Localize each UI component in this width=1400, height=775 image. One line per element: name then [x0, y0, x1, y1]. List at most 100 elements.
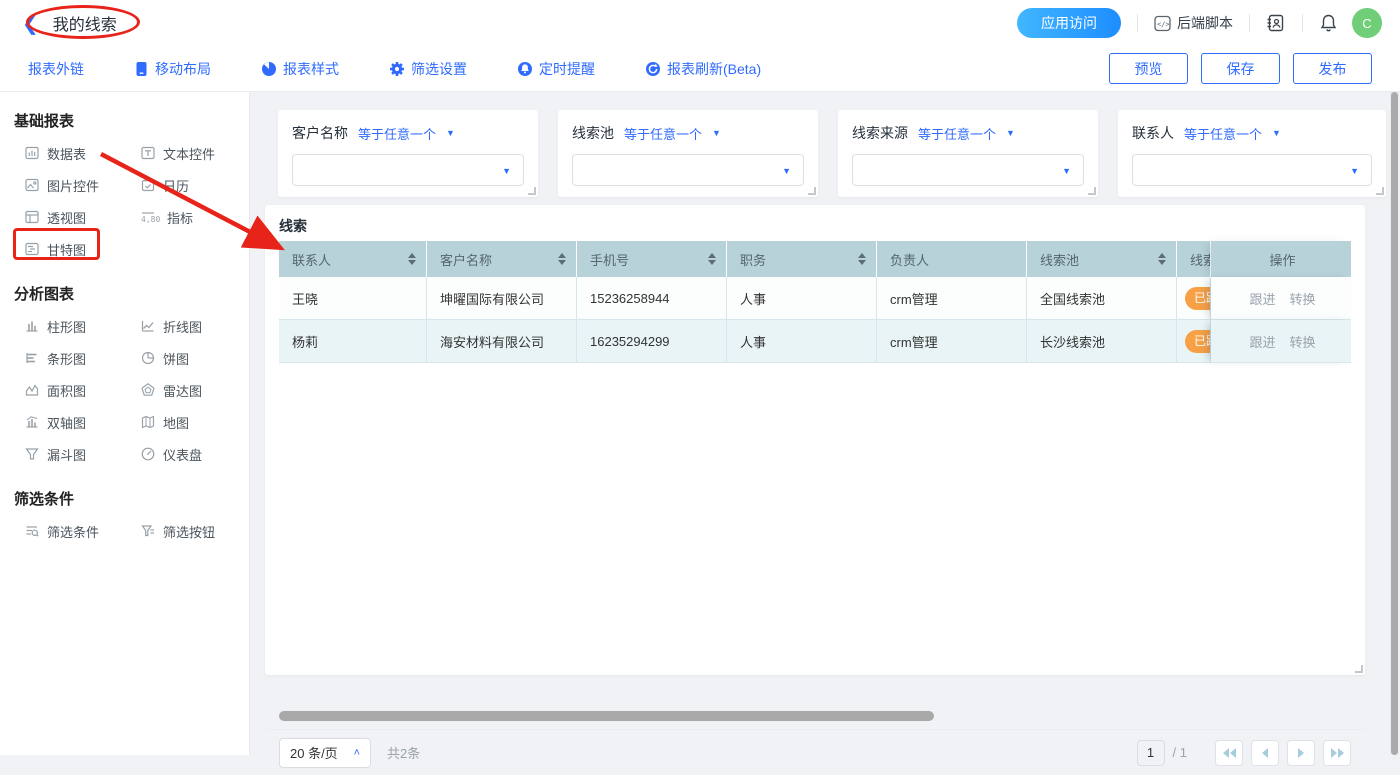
vertical-scrollbar[interactable] — [1390, 92, 1399, 755]
line-chart-icon — [140, 318, 156, 334]
status-badge: 已跟 — [1185, 330, 1211, 353]
current-page-input[interactable]: 1 — [1137, 740, 1165, 766]
sort-icon[interactable] — [858, 253, 866, 265]
funnel-chart-icon — [24, 446, 40, 462]
toolbar-item-timed-reminder[interactable]: 定时提醒 — [517, 59, 595, 79]
operator-link[interactable]: 等于任意一个 — [358, 124, 436, 143]
user-avatar[interactable]: C — [1352, 8, 1382, 38]
first-page-button[interactable] — [1215, 740, 1243, 766]
sort-icon[interactable] — [708, 253, 716, 265]
horizontal-scrollbar[interactable] — [279, 711, 1351, 721]
timed-reminder-icon — [517, 61, 533, 77]
sidebar-item-map-chart[interactable]: 地图 — [140, 406, 256, 438]
filter-widget-customer-name[interactable]: 客户名称 等于任意一个 ▼ ▼ — [278, 110, 538, 197]
follow-up-link[interactable]: 跟进 — [1249, 289, 1275, 308]
sidebar-item-calendar[interactable]: 日历 — [140, 169, 256, 201]
sidebar-item-line-chart[interactable]: 折线图 — [140, 310, 256, 342]
convert-link[interactable]: 转换 — [1290, 289, 1316, 308]
divider — [1137, 14, 1138, 32]
sidebar-item-data-table[interactable]: 数据表 — [24, 137, 140, 169]
column-header-clipped[interactable]: 线索状态 — [1177, 241, 1211, 277]
sidebar-item-pie-chart[interactable]: 饼图 — [140, 342, 256, 374]
filter-select[interactable]: ▼ — [852, 154, 1084, 186]
last-page-button[interactable] — [1323, 740, 1351, 766]
resize-handle[interactable] — [808, 187, 816, 195]
contacts-icon[interactable] — [1266, 13, 1286, 33]
sidebar-item-pivot[interactable]: 透视图 — [24, 201, 140, 233]
text-widget-icon — [140, 145, 156, 161]
column-header[interactable]: 职务 — [727, 241, 877, 277]
table-row[interactable]: 王晓 坤曜国际有限公司 15236258944 人事 crm管理 全国线索池 已… — [279, 277, 1351, 320]
column-header[interactable]: 联系人 — [279, 241, 427, 277]
publish-button[interactable]: 发布 — [1293, 53, 1372, 84]
save-button[interactable]: 保存 — [1201, 53, 1280, 84]
sort-icon[interactable] — [408, 253, 416, 265]
sidebar-item-text-widget[interactable]: 文本控件 — [140, 137, 256, 169]
back-icon[interactable]: ❮ — [22, 11, 39, 36]
backend-script-button[interactable]: </> 后端脚本 — [1154, 13, 1233, 33]
filter-select[interactable]: ▼ — [1132, 154, 1372, 186]
gantt-icon — [24, 241, 40, 257]
cell-status: 已跟 — [1177, 320, 1211, 363]
caret-down-icon[interactable]: ▼ — [446, 128, 455, 138]
horizontal-scrollbar-thumb[interactable] — [279, 711, 934, 721]
column-header[interactable]: 客户名称 — [427, 241, 577, 277]
cell-status: 已跟 — [1177, 277, 1211, 320]
cell-owner: crm管理 — [877, 320, 1027, 363]
operator-link[interactable]: 等于任意一个 — [624, 124, 702, 143]
page-size-select[interactable]: 20 条/页 ˄︎ — [279, 738, 371, 768]
prev-page-button[interactable] — [1251, 740, 1279, 766]
total-count-label: 共2条 — [387, 743, 420, 762]
sidebar-item-dual-axis-chart[interactable]: 双轴图 — [24, 406, 140, 438]
table-row[interactable]: 杨莉 海安材料有限公司 16235294299 人事 crm管理 长沙线索池 已… — [279, 320, 1351, 363]
filter-select[interactable]: ▼ — [572, 154, 804, 186]
sidebar-item-gauge-chart[interactable]: 仪表盘 — [140, 438, 256, 470]
filter-widget-lead-source[interactable]: 线索来源 等于任意一个 ▼ ▼ — [838, 110, 1098, 197]
cell-contact: 杨莉 — [279, 320, 427, 363]
sidebar-item-filter-button[interactable]: 筛选按钮 — [140, 515, 256, 547]
toolbar-item-filter-settings[interactable]: 筛选设置 — [389, 59, 467, 79]
sidebar-item-column-chart[interactable]: 柱形图 — [24, 310, 140, 342]
resize-handle[interactable] — [1088, 187, 1096, 195]
caret-down-icon[interactable]: ▼ — [1272, 128, 1281, 138]
resize-handle[interactable] — [528, 187, 536, 195]
toolbar-item-report-link[interactable]: 报表外链 — [28, 59, 84, 79]
sidebar-item-area-chart[interactable]: 面积图 — [24, 374, 140, 406]
sidebar-item-indicator[interactable]: 4,80 指标 — [140, 201, 256, 233]
bell-icon[interactable] — [1319, 13, 1338, 33]
sidebar-item-filter-condition[interactable]: 筛选条件 — [24, 515, 140, 547]
sort-icon[interactable] — [558, 253, 566, 265]
vertical-scrollbar-thumb[interactable] — [1391, 92, 1398, 755]
operator-link[interactable]: 等于任意一个 — [1184, 124, 1262, 143]
toolbar-item-report-style[interactable]: 报表样式 — [261, 59, 339, 79]
preview-button[interactable]: 预览 — [1109, 53, 1188, 84]
report-toolbar: 报表外链 移动布局 报表样式 筛 — [0, 46, 1400, 92]
resize-handle[interactable] — [1376, 187, 1384, 195]
column-header-actions: 操作 — [1211, 241, 1351, 277]
convert-link[interactable]: 转换 — [1290, 332, 1316, 351]
gauge-chart-icon — [140, 446, 156, 462]
column-header[interactable]: 负责人 — [877, 241, 1027, 277]
toolbar-item-mobile-layout[interactable]: 移动布局 — [134, 59, 211, 79]
column-header[interactable]: 手机号 — [577, 241, 727, 277]
filter-widget-contact[interactable]: 联系人 等于任意一个 ▼ ▼ — [1118, 110, 1386, 197]
sidebar-item-gantt[interactable]: 甘特图 — [24, 233, 140, 265]
next-page-button[interactable] — [1287, 740, 1315, 766]
sidebar-item-radar-chart[interactable]: 雷达图 — [140, 374, 256, 406]
sidebar-item-bar-chart[interactable]: 条形图 — [24, 342, 140, 374]
sidebar-item-funnel-chart[interactable]: 漏斗图 — [24, 438, 140, 470]
column-chart-icon — [24, 318, 40, 334]
filter-select[interactable]: ▼ — [292, 154, 524, 186]
column-header[interactable]: 线索池 — [1027, 241, 1177, 277]
filter-widget-lead-pool[interactable]: 线索池 等于任意一个 ▼ ▼ — [558, 110, 818, 197]
sidebar-item-image-widget[interactable]: 图片控件 — [24, 169, 140, 201]
operator-link[interactable]: 等于任意一个 — [918, 124, 996, 143]
caret-down-icon[interactable]: ▼ — [1006, 128, 1015, 138]
toolbar-item-report-refresh[interactable]: 报表刷新(Beta) — [645, 59, 761, 79]
resize-handle[interactable] — [1355, 665, 1363, 673]
follow-up-link[interactable]: 跟进 — [1249, 332, 1275, 351]
app-access-button[interactable]: 应用访问 — [1017, 8, 1121, 38]
caret-down-icon[interactable]: ▼ — [712, 128, 721, 138]
sort-icon[interactable] — [1158, 253, 1166, 265]
total-pages-label: / 1 — [1173, 745, 1187, 760]
